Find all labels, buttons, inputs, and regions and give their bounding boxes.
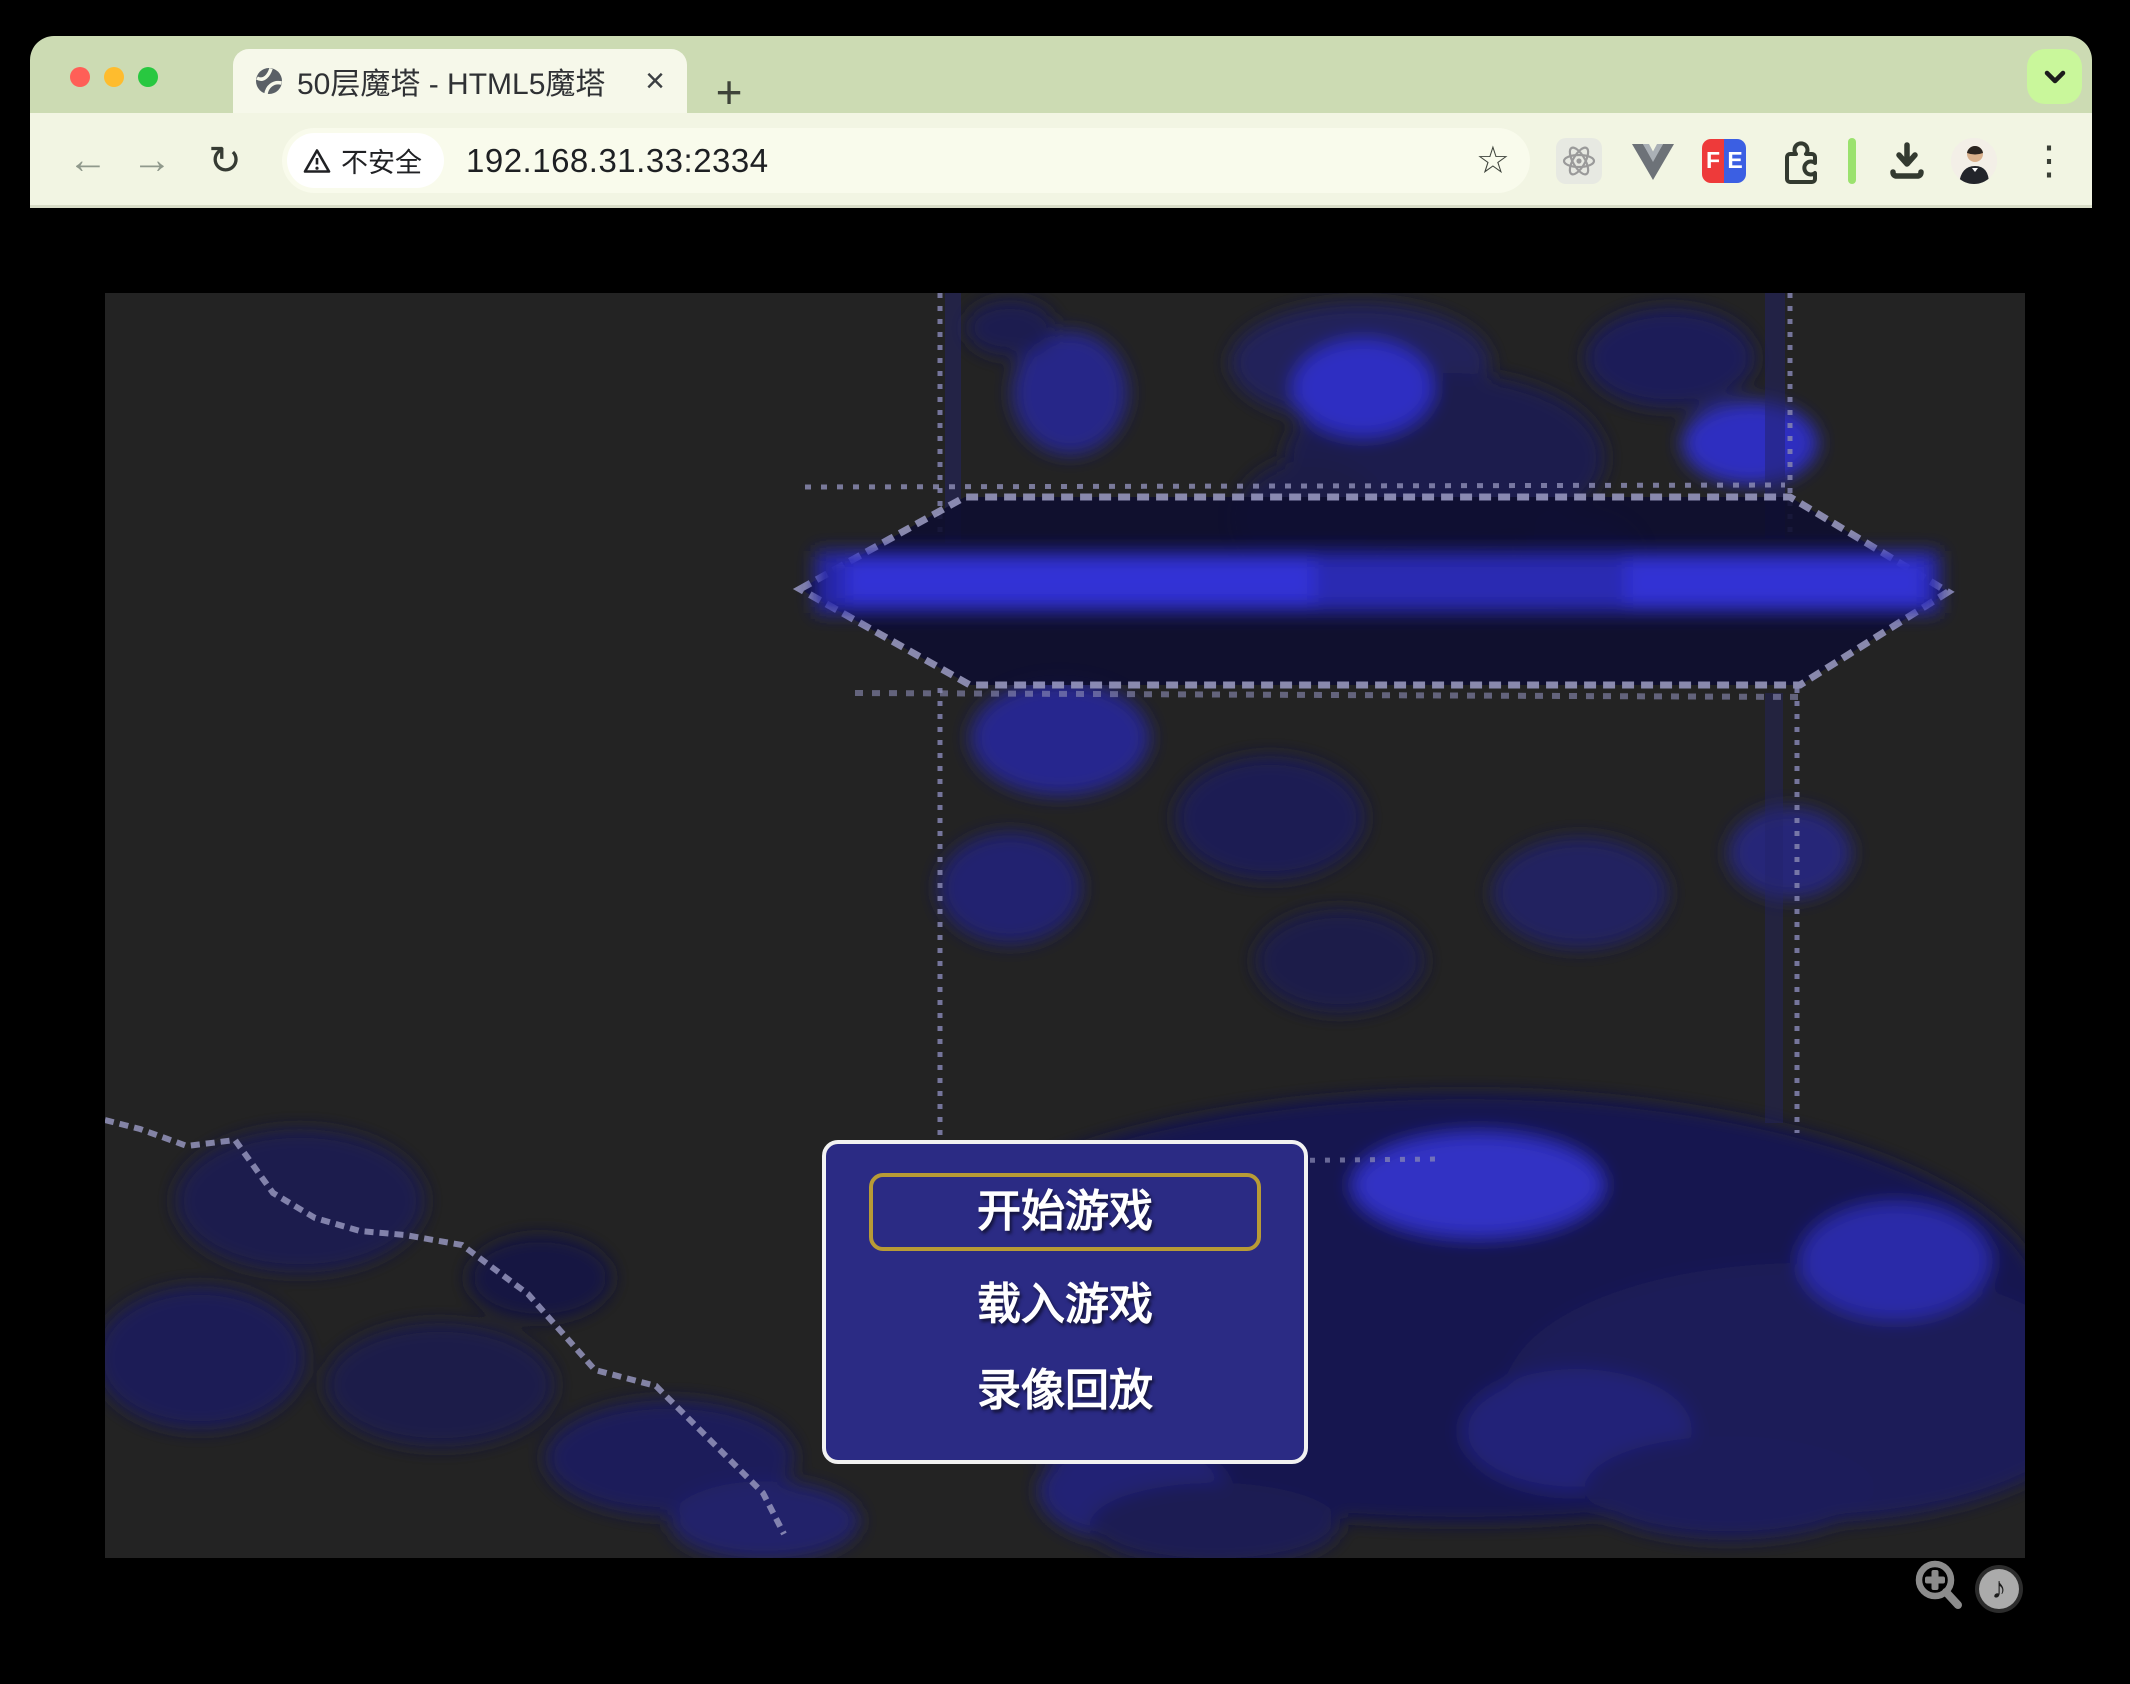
back-icon: ← — [68, 138, 108, 183]
url-bar[interactable]: 不安全 192.168.31.33:2334 ☆ — [282, 128, 1530, 193]
profile-button[interactable] — [1946, 113, 2002, 208]
security-chip[interactable]: 不安全 — [287, 133, 444, 188]
game-menu: 开始游戏 载入游戏 录像回放 — [822, 1140, 1308, 1464]
menu-item-start-game[interactable]: 开始游戏 — [869, 1173, 1261, 1251]
back-button[interactable]: ← — [60, 113, 116, 208]
bookmark-star-icon[interactable]: ☆ — [1476, 128, 1510, 193]
avatar — [1951, 138, 1997, 184]
tab-strip: 50层魔塔 - HTML5魔塔 × + — [30, 36, 2092, 113]
reload-button[interactable]: ↻ — [197, 113, 253, 208]
traffic-lights — [70, 67, 158, 87]
game-canvas[interactable]: 开始游戏 载入游戏 录像回放 — [105, 293, 2025, 1558]
vue-v-icon — [1631, 141, 1675, 181]
url-text: 192.168.31.33:2334 — [466, 142, 769, 180]
separator-bar — [1824, 113, 1880, 208]
zoom-window-button[interactable] — [138, 67, 158, 87]
new-tab-button[interactable]: + — [705, 70, 753, 118]
chevron-down-icon — [2038, 60, 2072, 94]
tab-title: 50层魔塔 - HTML5魔塔 — [297, 59, 645, 103]
extension-vue-devtools[interactable] — [1625, 113, 1681, 208]
warning-triangle-icon — [303, 148, 331, 174]
page-content: 开始游戏 载入游戏 录像回放 ♪ — [30, 208, 2092, 1681]
tab-close-icon[interactable]: × — [645, 64, 665, 98]
downloads-button[interactable] — [1879, 113, 1935, 208]
fe-left-label: F — [1702, 139, 1724, 183]
toolbar: ← → ↻ 不安全 192.168.31.33:2334 ☆ — [30, 113, 2092, 208]
globe-favicon-icon — [255, 67, 283, 95]
music-note-icon: ♪ — [1979, 1569, 2019, 1609]
avatar-person-icon — [1951, 138, 1997, 184]
fe-right-label: E — [1724, 139, 1746, 183]
browser-window: 50层魔塔 - HTML5魔塔 × + ← → ↻ 不安全 — [30, 36, 2092, 1684]
extension-react-devtools[interactable] — [1551, 113, 1607, 208]
download-icon — [1885, 139, 1929, 183]
forward-button[interactable]: → — [124, 113, 180, 208]
tab-mota[interactable]: 50层魔塔 - HTML5魔塔 × — [233, 49, 687, 113]
browser-menu-button[interactable]: ⋮ — [2021, 113, 2077, 208]
extensions-puzzle-icon — [1777, 138, 1823, 184]
reload-icon: ↻ — [208, 138, 242, 184]
zoom-toggle-button[interactable] — [1911, 1557, 1967, 1613]
window-chevron-button[interactable] — [2027, 49, 2082, 104]
menu-item-replay[interactable]: 录像回放 — [826, 1354, 1304, 1428]
music-disc: ♪ — [1975, 1565, 2023, 1613]
extension-fe-helper[interactable]: F E — [1696, 113, 1752, 208]
magnifier-plus-icon — [1911, 1557, 1967, 1613]
extensions-button[interactable] — [1772, 113, 1828, 208]
react-atom-icon — [1560, 142, 1598, 180]
green-separator — [1848, 138, 1856, 184]
minimize-window-button[interactable] — [104, 67, 124, 87]
security-chip-label: 不安全 — [341, 141, 422, 180]
close-window-button[interactable] — [70, 67, 90, 87]
three-dots-icon: ⋮ — [2029, 138, 2069, 184]
forward-icon: → — [132, 138, 172, 183]
menu-item-load-game[interactable]: 载入游戏 — [826, 1268, 1304, 1342]
music-toggle-button[interactable]: ♪ — [1971, 1561, 2027, 1617]
